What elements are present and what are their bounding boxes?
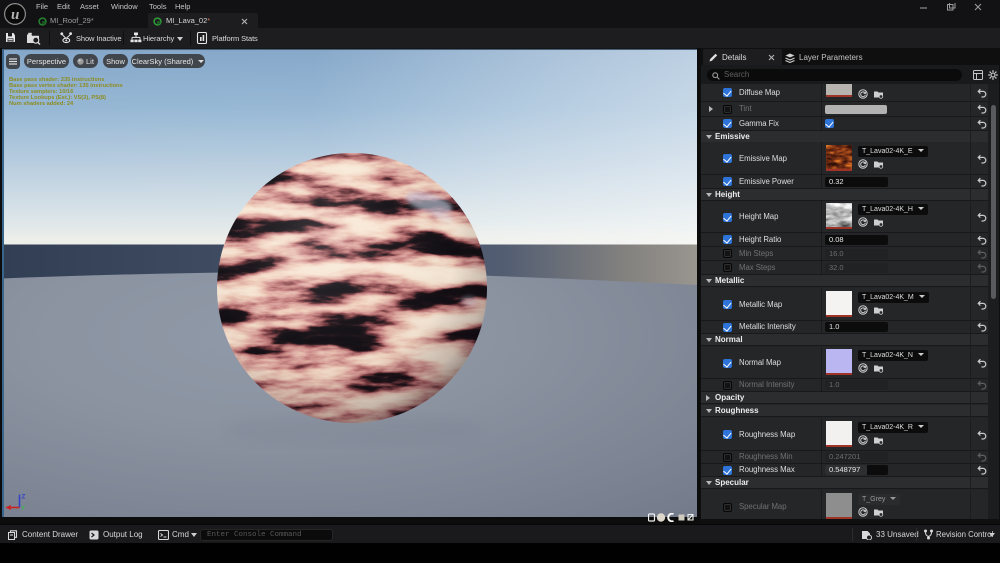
svg-text:Z: Z (22, 494, 26, 501)
svg-text:u: u (11, 7, 19, 23)
svg-text:Y: Y (21, 505, 26, 512)
